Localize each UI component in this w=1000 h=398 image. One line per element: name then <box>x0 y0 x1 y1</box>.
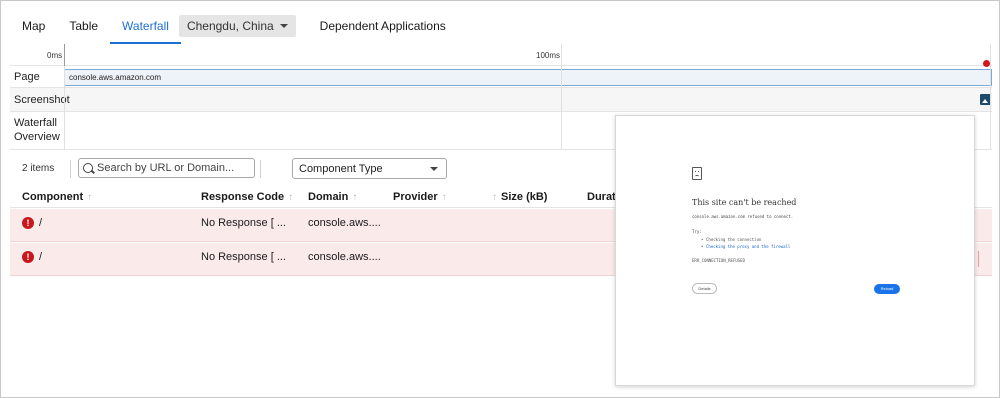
sort-arrow-icon[interactable]: ↑ <box>442 192 447 203</box>
row-marker <box>978 251 979 267</box>
cell-component: / <box>39 217 43 229</box>
sort-arrow-icon[interactable]: ↑ <box>492 192 497 203</box>
column-header-size[interactable]: ↑ Size (kB) <box>492 191 547 203</box>
time-axis: 0ms 100ms <box>10 44 992 66</box>
event-marker-dot[interactable] <box>983 60 990 67</box>
column-header-domain[interactable]: Domain ↑ <box>308 191 357 203</box>
overview-row-label: Waterfall Overview <box>14 117 60 143</box>
component-type-select[interactable]: Component Type <box>292 158 447 179</box>
preview-error-code: ERR_CONNECTION_REFUSED <box>692 258 745 263</box>
preview-suggestion-link: Checking the proxy and the firewall <box>701 244 790 249</box>
column-header-component[interactable]: Component ↑ <box>22 191 92 203</box>
page-row-label: Page <box>14 71 40 83</box>
search-icon <box>83 163 93 173</box>
chevron-down-icon <box>279 24 288 28</box>
time-start-label: 0ms <box>47 51 63 60</box>
sort-arrow-icon[interactable]: ↑ <box>87 192 92 203</box>
tab-waterfall[interactable]: Waterfall <box>110 8 181 44</box>
preview-try-label: Try: <box>692 229 702 234</box>
time-mid-label: 100ms <box>536 51 561 60</box>
screenshot-row-label: Screenshot <box>14 94 70 106</box>
item-count: 2 items <box>22 163 55 174</box>
sort-arrow-icon[interactable]: ↑ <box>352 192 357 203</box>
chevron-down-icon <box>430 166 438 171</box>
preview-suggestion: Checking the connection <box>701 237 761 242</box>
gridline <box>990 44 991 150</box>
search-box[interactable] <box>78 158 255 178</box>
column-header-provider[interactable]: Provider ↑ <box>393 191 447 203</box>
column-header-response-code[interactable]: Response Code ↑ <box>201 191 293 203</box>
cell-domain: console.aws.... <box>308 251 381 263</box>
gridline <box>561 44 562 150</box>
gridline <box>64 44 65 66</box>
tab-map[interactable]: Map <box>10 8 57 44</box>
divider <box>70 160 71 178</box>
error-icon: ! <box>22 251 34 263</box>
tab-table[interactable]: Table <box>57 8 110 44</box>
location-dropdown[interactable]: Chengdu, China <box>178 15 296 37</box>
waterfall-row-screenshot: Screenshot <box>10 88 992 112</box>
gridline <box>64 66 65 150</box>
preview-details-button: Details <box>692 283 717 294</box>
component-type-label: Component Type <box>299 162 383 175</box>
divider <box>260 160 261 178</box>
cell-response-code: No Response [ ... <box>201 251 286 263</box>
view-tabs: Map Table Waterfall Chengdu, China Depen… <box>10 8 992 44</box>
search-input[interactable] <box>97 162 247 174</box>
cell-domain: console.aws.... <box>308 217 381 229</box>
preview-reload-button: Reload <box>874 284 900 294</box>
preview-error-subtitle: console.aws.amazon.com refused to connec… <box>692 214 794 219</box>
screenshot-preview: This site can't be reached console.aws.a… <box>615 115 975 386</box>
waterfall-row-page: Page console.aws.amazon.com <box>10 66 992 88</box>
preview-error-title: This site can't be reached <box>692 198 797 207</box>
sort-arrow-icon[interactable]: ↑ <box>288 192 293 203</box>
page-url-bar[interactable]: console.aws.amazon.com <box>64 69 992 86</box>
sad-page-icon <box>692 167 702 180</box>
cell-component: / <box>39 251 43 263</box>
cell-response-code: No Response [ ... <box>201 217 286 229</box>
location-label: Chengdu, China <box>186 19 274 33</box>
tab-dependent-applications[interactable]: Dependent Applications <box>308 8 458 44</box>
error-icon: ! <box>22 217 34 229</box>
